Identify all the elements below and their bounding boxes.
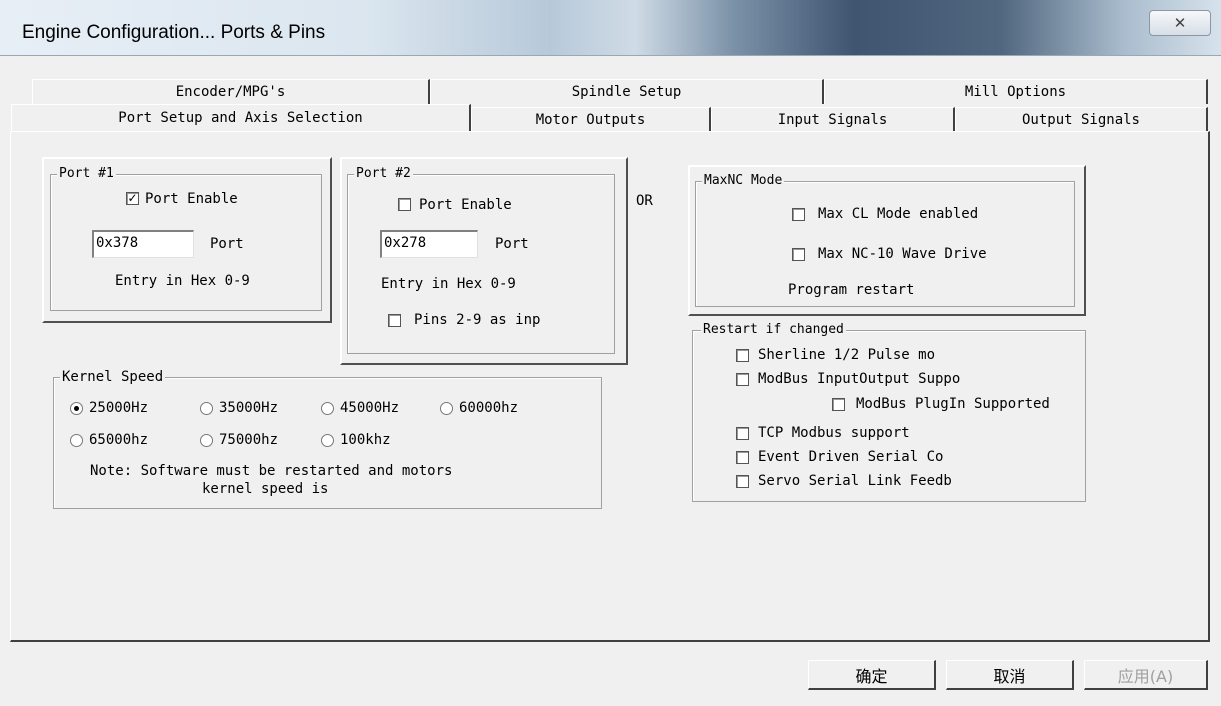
servo-serial-label: Servo Serial Link Feedb [758, 473, 952, 489]
max-nc10-wave-label: Max NC-10 Wave Drive [818, 246, 987, 262]
port2-enable-checkbox[interactable] [398, 198, 411, 211]
close-button[interactable]: ✕ [1149, 10, 1211, 36]
tab-output-signals[interactable]: Output Signals [955, 107, 1208, 132]
port2-enable-label: Port Enable [419, 197, 512, 213]
title-bar: Engine Configuration... Ports & Pins ✕ [0, 0, 1221, 56]
or-label: OR [636, 193, 653, 209]
apply-button[interactable]: 应用(A) [1084, 660, 1208, 690]
max-nc10-wave-checkbox[interactable] [792, 248, 805, 261]
modbus-io-checkbox[interactable] [736, 373, 749, 386]
kernel-75000hz-radio[interactable] [200, 434, 213, 447]
port1-title: Port #1 [57, 166, 116, 181]
kernel-100khz-label: 100khz [340, 432, 391, 448]
tcp-modbus-checkbox[interactable] [736, 427, 749, 440]
kernel-speed-title: Kernel Speed [60, 369, 166, 385]
close-icon: ✕ [1173, 14, 1187, 32]
kernel-35000hz-radio[interactable] [200, 402, 213, 415]
kernel-65000hz-radio[interactable] [70, 434, 83, 447]
sherline-label: Sherline 1/2 Pulse mo [758, 347, 936, 363]
kernel-45000hz-radio[interactable] [321, 402, 334, 415]
port2-address-label: Port [495, 236, 529, 252]
event-serial-checkbox[interactable] [736, 451, 749, 464]
kernel-35000hz-label: 35000Hz [219, 400, 279, 416]
kernel-65000hz-label: 65000hz [89, 432, 149, 448]
kernel-25000hz-label: 25000Hz [89, 400, 149, 416]
engine-config-dialog: Engine Configuration... Ports & Pins ✕ E… [0, 0, 1221, 706]
maxnc-title: MaxNC Mode [702, 173, 785, 188]
tab-mill-options[interactable]: Mill Options [824, 79, 1208, 104]
kernel-100khz-radio[interactable] [321, 434, 334, 447]
event-serial-label: Event Driven Serial Co [758, 449, 944, 465]
kernel-note-line1: Note: Software must be restarted and mot… [90, 463, 453, 479]
servo-serial-checkbox[interactable] [736, 475, 749, 488]
tab-motor-outputs[interactable]: Motor Outputs [471, 107, 711, 132]
sherline-checkbox[interactable] [736, 349, 749, 362]
kernel-45000hz-label: 45000Hz [340, 400, 400, 416]
modbus-plugin-checkbox[interactable] [832, 398, 845, 411]
tab-input-signals[interactable]: Input Signals [711, 107, 955, 132]
max-cl-mode-label: Max CL Mode enabled [818, 206, 979, 222]
port2-pins-checkbox[interactable] [388, 314, 401, 327]
port1-hint: Entry in Hex 0-9 [115, 273, 250, 289]
port1-address-label: Port [210, 236, 244, 252]
cancel-button[interactable]: 取消 [946, 660, 1074, 690]
tab-port-setup[interactable]: Port Setup and Axis Selection [11, 104, 471, 131]
kernel-60000hz-label: 60000hz [459, 400, 519, 416]
restart-title: Restart if changed [701, 322, 846, 337]
tab-encoder-mpg[interactable]: Encoder/MPG's [32, 79, 430, 104]
tcp-modbus-label: TCP Modbus support [758, 425, 910, 441]
port1-enable-label: Port Enable [145, 191, 238, 207]
maxnc-restart-note: Program restart [788, 282, 915, 298]
kernel-75000hz-label: 75000hz [219, 432, 279, 448]
port1-address-input[interactable]: 0x378 [92, 230, 194, 258]
window-title: Engine Configuration... Ports & Pins [22, 22, 326, 43]
port2-hint: Entry in Hex 0-9 [381, 276, 516, 292]
port1-enable-checkbox[interactable]: ✓ [126, 192, 139, 205]
modbus-plugin-label: ModBus PlugIn Supported [856, 396, 1050, 412]
tab-spindle-setup[interactable]: Spindle Setup [430, 79, 824, 104]
port2-title: Port #2 [354, 166, 413, 181]
port2-address-input[interactable]: 0x278 [380, 230, 478, 258]
kernel-note-line2: kernel speed is [202, 481, 329, 497]
kernel-25000hz-radio[interactable] [70, 402, 83, 415]
port2-pins-label: Pins 2-9 as inp [414, 312, 541, 328]
ok-button[interactable]: 确定 [808, 660, 936, 690]
max-cl-mode-checkbox[interactable] [792, 208, 805, 221]
modbus-io-label: ModBus InputOutput Suppo [758, 371, 961, 387]
kernel-60000hz-radio[interactable] [440, 402, 453, 415]
